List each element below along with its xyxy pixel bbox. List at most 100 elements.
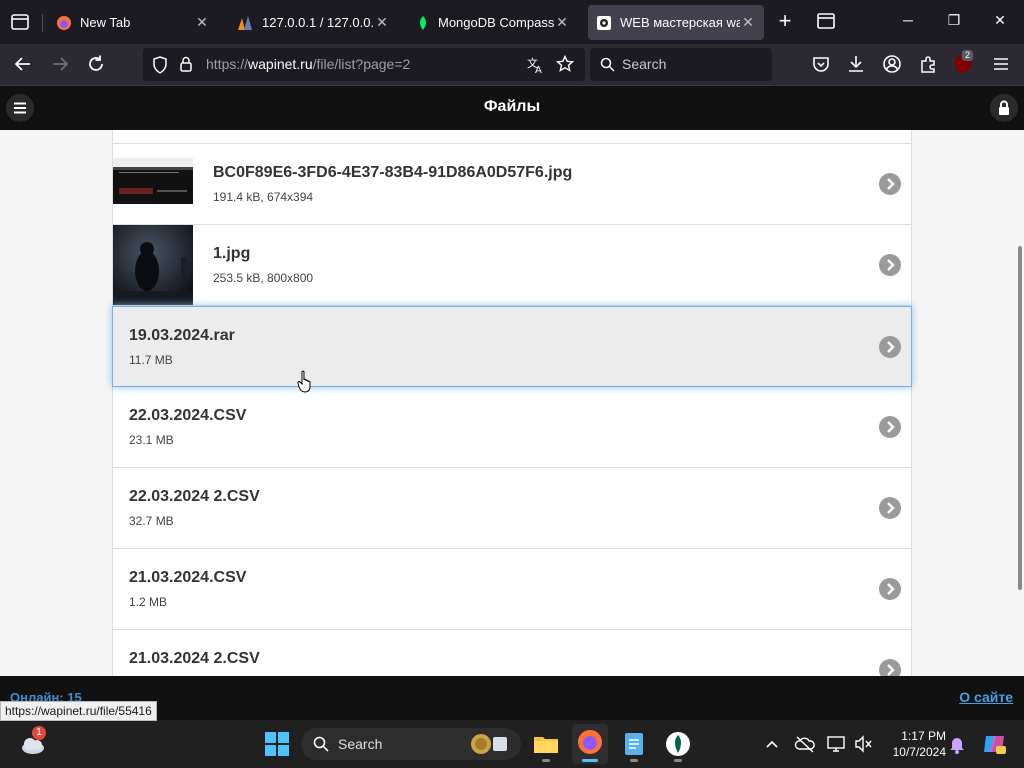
file-list-page[interactable]: BC0F89E6-3FD6-4E37-83B4-91D86A0D57F6.jpg…: [0, 130, 1024, 676]
padlock-icon[interactable]: [179, 56, 193, 72]
translate-icon[interactable]: 文 A: [527, 56, 545, 74]
mongodb-leaf-icon: [666, 732, 690, 756]
site-header: Файлы: [0, 85, 1024, 130]
tab-phpmyadmin[interactable]: 127.0.0.1 / 127.0.0.1 | ph ✕: [228, 5, 398, 40]
copilot-icon[interactable]: [980, 730, 1008, 758]
file-list-item[interactable]: 22.03.2024.CSV 23.1 MB: [112, 387, 912, 468]
display-icon[interactable]: [826, 734, 846, 754]
restore-window-icon[interactable]: ❐: [944, 12, 964, 32]
system-clock[interactable]: 1:17 PM 10/7/2024: [880, 728, 946, 760]
extension-badge: 2: [962, 50, 974, 61]
close-window-icon[interactable]: ✕: [990, 12, 1010, 32]
chevron-right-icon[interactable]: [879, 497, 901, 519]
list-all-tabs-icon[interactable]: [816, 12, 836, 30]
page-scrollbar-thumb[interactable]: [1018, 246, 1022, 590]
lock-icon: [999, 100, 1009, 115]
url-scheme: https://: [206, 56, 249, 72]
file-meta: 253.5 kB, 800x800: [213, 271, 314, 285]
tab-title: MongoDB Compass Do: [438, 15, 554, 30]
tab-close-icon[interactable]: ✕: [374, 14, 390, 31]
file-list-item[interactable]: BC0F89E6-3FD6-4E37-83B4-91D86A0D57F6.jpg…: [112, 144, 912, 225]
taskbar-firefox[interactable]: [572, 724, 608, 764]
taskbar-notepad[interactable]: [618, 728, 650, 764]
file-list-item[interactable]: 21.03.2024.CSV 1.2 MB: [112, 549, 912, 630]
about-link[interactable]: О сайте: [959, 689, 1013, 705]
weather-widget[interactable]: 1: [18, 726, 50, 760]
back-arrow-icon[interactable]: [12, 53, 34, 75]
chevron-right-icon[interactable]: [879, 416, 901, 438]
file-meta: 23.1 MB: [129, 433, 174, 447]
firefox-view-icon[interactable]: [8, 10, 32, 34]
search-icon: [600, 57, 615, 72]
onedrive-offline-icon[interactable]: [794, 734, 816, 754]
login-button[interactable]: [990, 94, 1018, 122]
tab-new-tab[interactable]: New Tab ✕: [48, 5, 218, 40]
taskbar-file-explorer[interactable]: [530, 728, 562, 764]
chevron-right-icon[interactable]: [879, 336, 901, 358]
file-list-item[interactable]: 21.03.2024 2.CSV: [112, 630, 912, 676]
extensions-puzzle-icon[interactable]: [917, 53, 939, 75]
taskbar-mongodb-compass[interactable]: [662, 728, 694, 764]
windows-taskbar: 1 Search 1:17 PM 10/7/2024: [0, 720, 1024, 768]
page-title: Файлы: [483, 98, 541, 115]
tab-mongodb-compass[interactable]: MongoDB Compass Do ✕: [408, 5, 578, 40]
tracking-shield-icon[interactable]: [152, 56, 168, 74]
notepad-icon: [625, 733, 643, 755]
navigation-toolbar: https://wapinet.ru/file/list?page=2 文 A …: [0, 44, 1024, 85]
file-name[interactable]: 1.jpg: [213, 245, 250, 263]
phpmyadmin-icon: [238, 15, 252, 30]
address-bar[interactable]: https://wapinet.ru/file/list?page=2 文 A: [143, 48, 585, 81]
speaker-muted-icon[interactable]: [853, 734, 873, 754]
tab-close-icon[interactable]: ✕: [554, 14, 570, 31]
firefox-icon: [57, 15, 71, 30]
url-host: wapinet.ru: [248, 56, 313, 72]
taskbar-search[interactable]: Search: [301, 728, 521, 760]
file-name[interactable]: 22.03.2024.CSV: [129, 407, 246, 425]
notification-bell-icon[interactable]: [948, 734, 966, 754]
mongodb-leaf-icon: [420, 15, 426, 30]
taskbar-search-label: Search: [338, 736, 383, 752]
tab-close-icon[interactable]: ✕: [740, 14, 756, 31]
file-name[interactable]: 21.03.2024.CSV: [129, 569, 246, 587]
file-list-item[interactable]: 19.03.2024.rar 11.7 MB: [112, 306, 912, 387]
chevron-right-icon[interactable]: [879, 578, 901, 600]
show-hidden-icons-chevron-icon[interactable]: [762, 734, 782, 754]
file-meta: 1.2 MB: [129, 595, 168, 609]
file-name[interactable]: 21.03.2024 2.CSV: [129, 650, 260, 668]
forward-arrow-icon[interactable]: [49, 53, 71, 75]
minimize-window-icon[interactable]: ─: [898, 12, 918, 32]
chevron-right-icon[interactable]: [879, 173, 901, 195]
file-list: BC0F89E6-3FD6-4E37-83B4-91D86A0D57F6.jpg…: [112, 130, 912, 676]
search-placeholder: Search: [622, 56, 667, 72]
file-meta: 191.4 kB, 674x394: [213, 190, 314, 204]
chevron-right-icon[interactable]: [879, 659, 901, 676]
file-list-item[interactable]: 1.jpg 253.5 kB, 800x800: [112, 225, 912, 306]
list-item[interactable]: [112, 130, 912, 144]
clock-time: 1:17 PM: [901, 729, 946, 743]
file-name[interactable]: BC0F89E6-3FD6-4E37-83B4-91D86A0D57F6.jpg: [213, 164, 572, 182]
new-tab-button[interactable]: +: [774, 10, 796, 33]
file-name[interactable]: 22.03.2024 2.CSV: [129, 488, 260, 506]
url-text[interactable]: https://wapinet.ru/file/list?page=2: [206, 56, 410, 72]
account-icon[interactable]: [881, 53, 903, 75]
reload-icon[interactable]: [85, 53, 107, 75]
downloads-icon[interactable]: [845, 53, 867, 75]
url-path: /file/list?page=2: [312, 56, 411, 72]
windows-start-icon[interactable]: [263, 730, 291, 758]
tab-wapinet[interactable]: WEB мастерская wapin ✕: [588, 5, 764, 40]
search-bar[interactable]: Search: [590, 48, 772, 81]
hand-pointer-cursor-icon: [297, 370, 311, 393]
file-list-item[interactable]: 22.03.2024 2.CSV 32.7 MB: [112, 468, 912, 549]
file-name[interactable]: 19.03.2024.rar: [129, 327, 235, 345]
chevron-right-icon[interactable]: [879, 254, 901, 276]
pocket-icon[interactable]: [810, 53, 832, 75]
tab-close-icon[interactable]: ✕: [194, 14, 210, 31]
app-menu-hamburger-icon[interactable]: [990, 53, 1012, 75]
ublock-extension-button[interactable]: 2: [952, 50, 976, 77]
file-thumbnail: [113, 158, 193, 204]
svg-text:A: A: [535, 65, 542, 74]
search-icon: [313, 736, 329, 752]
file-meta: 11.7 MB: [129, 353, 173, 367]
link-status-tooltip: https://wapinet.ru/file/55416: [0, 701, 157, 721]
bookmark-star-icon[interactable]: [556, 55, 574, 73]
